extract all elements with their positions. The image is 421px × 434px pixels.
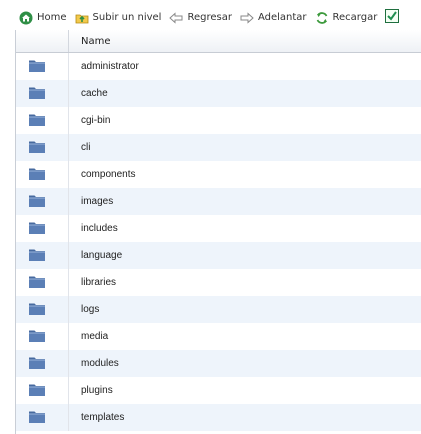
row-name: cache [81,88,108,99]
folder-icon [28,274,46,292]
table-row[interactable]: plugins [16,377,421,404]
folder-icon [28,382,46,400]
row-name: language [81,250,123,261]
name-column-header[interactable]: Name [69,36,111,47]
reload-label: Recargar [332,12,378,23]
table-row[interactable]: images [16,188,421,215]
folder-icon [28,220,46,238]
table-row[interactable]: cgi-bin [16,107,421,134]
row-icon-cell [16,323,69,350]
row-name: administrator [81,61,139,72]
row-name: libraries [81,277,117,288]
folder-icon [28,355,46,373]
row-icon-cell [16,215,69,242]
row-icon-cell [16,53,69,80]
table-row[interactable]: cache [16,80,421,107]
row-name: logs [81,304,100,315]
row-icon-cell [16,404,69,431]
table-row[interactable]: administrator [16,53,421,80]
row-name: media [81,331,109,342]
row-icon-cell [16,242,69,269]
row-icon-cell [16,350,69,377]
forward-button[interactable]: Adelantar [240,11,307,24]
up-level-button[interactable]: Subir un nivel [75,11,162,25]
row-icon-cell [16,134,69,161]
table-row[interactable]: logs [16,296,421,323]
row-icon-cell [16,80,69,107]
folder-icon [28,112,46,130]
table-row[interactable]: modules [16,350,421,377]
back-button[interactable]: Regresar [169,11,232,24]
folder-icon [28,328,46,346]
row-icon-cell [16,269,69,296]
icon-column-header [16,30,69,52]
row-icon-cell [16,161,69,188]
up-level-label: Subir un nivel [92,12,162,23]
file-rows: administrator cache cgi-bin cli components im… [16,53,421,431]
file-list-table: Name administrator cache cgi-bin cli compone… [15,30,421,434]
table-row[interactable]: language [16,242,421,269]
table-row[interactable]: libraries [16,269,421,296]
reload-icon [315,11,333,25]
select-all-checkbox[interactable] [385,9,400,26]
row-name: cgi-bin [81,115,111,126]
row-name: components [81,169,136,180]
row-name: images [81,196,114,207]
folder-icon [28,247,46,265]
forward-arrow-icon [240,11,258,24]
row-name: includes [81,223,118,234]
up-folder-icon [75,11,93,25]
checkmark-icon [385,9,400,26]
row-name: templates [81,412,125,423]
home-button[interactable]: Home [19,11,67,25]
back-arrow-icon [169,11,187,24]
row-icon-cell [16,296,69,323]
folder-icon [28,139,46,157]
table-row[interactable]: components [16,161,421,188]
table-row[interactable]: templates [16,404,421,431]
table-row[interactable]: cli [16,134,421,161]
row-name: cli [81,142,91,153]
table-row[interactable]: includes [16,215,421,242]
home-label: Home [37,12,67,23]
table-header: Name [16,30,421,53]
folder-icon [28,166,46,184]
table-row[interactable]: media [16,323,421,350]
folder-icon [28,409,46,427]
forward-label: Adelantar [257,12,307,23]
home-icon [19,11,37,25]
reload-button[interactable]: Recargar [315,11,378,25]
row-icon-cell [16,377,69,404]
row-name: plugins [81,385,113,396]
folder-icon [28,58,46,76]
folder-icon [28,193,46,211]
back-label: Regresar [187,12,232,23]
row-name: modules [81,358,119,369]
folder-icon [28,85,46,103]
folder-icon [28,301,46,319]
row-icon-cell [16,188,69,215]
row-icon-cell [16,107,69,134]
